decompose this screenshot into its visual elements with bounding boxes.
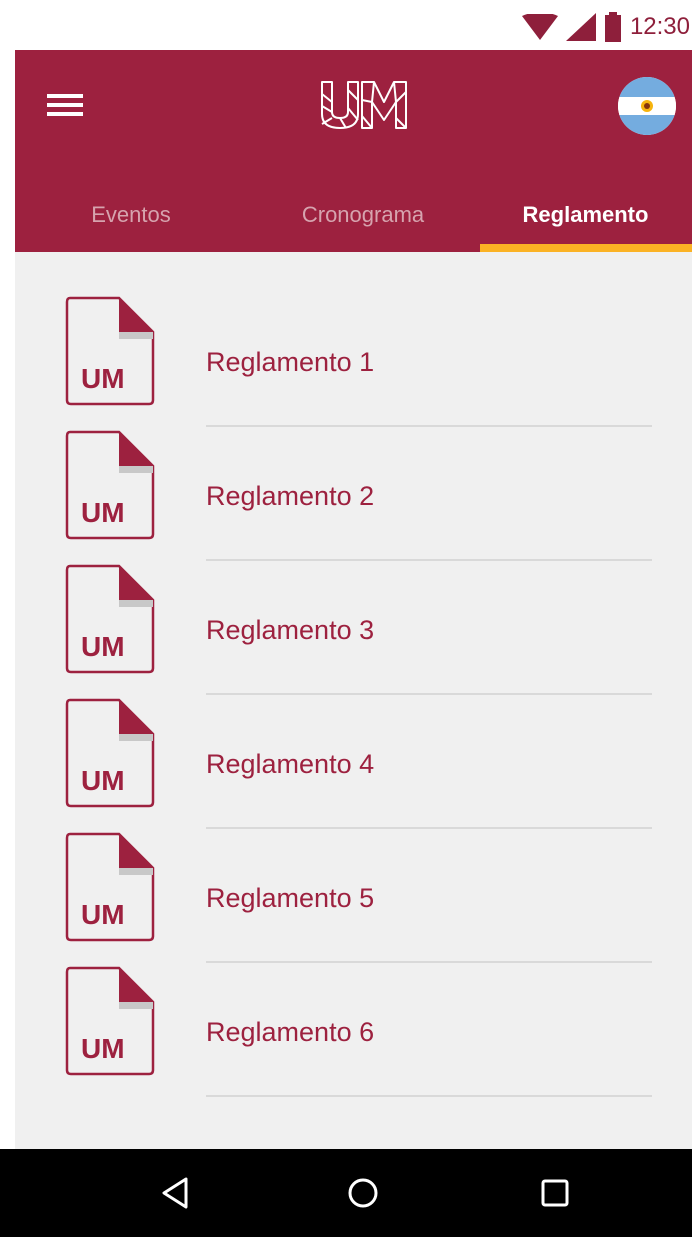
- list-item-label: Reglamento 5: [206, 883, 375, 913]
- status-time: 12:30: [629, 13, 690, 40]
- list-item-reglamento-1[interactable]: UM Reglamento 1: [15, 252, 692, 427]
- svg-text:UM: UM: [81, 1033, 125, 1064]
- list-item-reglamento-3[interactable]: UM Reglamento 3: [15, 520, 692, 695]
- list-item-reglamento-2[interactable]: UM Reglamento 2: [15, 386, 692, 561]
- list-item-label: Reglamento 4: [206, 749, 375, 779]
- active-tab-indicator: [480, 244, 692, 252]
- list-item-reglamento-6[interactable]: UM Reglamento 6: [15, 922, 692, 1097]
- tab-bar: Eventos Cronograma Reglamento: [15, 178, 692, 252]
- system-nav-bar: [0, 1149, 692, 1237]
- argentina-flag-icon[interactable]: [618, 77, 676, 135]
- app-screen: Eventos Cronograma Reglamento UM Reglame…: [15, 50, 692, 1149]
- home-icon[interactable]: [341, 1171, 385, 1215]
- list-item-label: Reglamento 2: [206, 481, 375, 511]
- app-bar: Eventos Cronograma Reglamento: [15, 50, 692, 252]
- wifi-icon: [521, 14, 558, 40]
- um-logo: [321, 81, 407, 129]
- tab-reglamento[interactable]: Reglamento: [479, 178, 692, 252]
- list-item-label: Reglamento 3: [206, 615, 375, 645]
- signal-icon: [565, 13, 596, 41]
- um-document-icon: UM: [65, 966, 155, 1076]
- recents-icon[interactable]: [533, 1171, 577, 1215]
- status-icons: 12:30: [521, 12, 692, 42]
- tab-eventos[interactable]: Eventos: [15, 178, 247, 252]
- list-item-reglamento-4[interactable]: UM Reglamento 4: [15, 654, 692, 829]
- tab-cronograma[interactable]: Cronograma: [247, 178, 479, 252]
- list-item-reglamento-5[interactable]: UM Reglamento 5: [15, 788, 692, 963]
- list-item-label: Reglamento 6: [206, 1017, 375, 1047]
- list-divider: [206, 1095, 652, 1097]
- back-icon[interactable]: [153, 1171, 197, 1215]
- list-item-label: Reglamento 1: [206, 347, 375, 377]
- status-bar: 12:30: [0, 0, 692, 50]
- hamburger-menu-icon[interactable]: [45, 90, 85, 120]
- battery-icon: [604, 12, 621, 42]
